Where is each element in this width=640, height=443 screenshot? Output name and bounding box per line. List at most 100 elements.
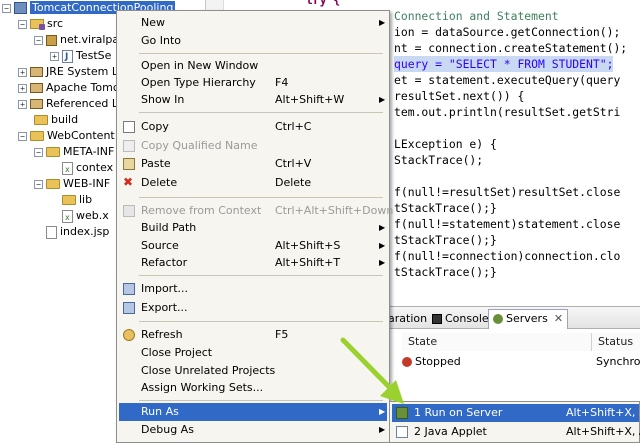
expand-icon[interactable]: + <box>18 83 27 93</box>
server-state-label: Stopped <box>415 355 461 368</box>
collapse-icon[interactable]: − <box>18 131 27 141</box>
menu-item-open-type-hierarchy[interactable]: Open Type Hierarchy F4 <box>119 74 387 92</box>
collapse-icon[interactable]: − <box>2 3 11 13</box>
menu-item-label: Delete <box>141 176 178 189</box>
tree-item-label: lib <box>79 193 93 206</box>
java-file-icon <box>62 49 73 65</box>
expand-icon[interactable]: + <box>50 51 59 61</box>
menu-item-export[interactable]: Export... <box>119 299 387 317</box>
tree-item-lib[interactable]: lib <box>62 192 92 208</box>
refresh-icon <box>123 329 135 341</box>
menu-shortcut: Alt+Shift+W <box>275 93 345 106</box>
tree-item-label: web.x <box>76 209 109 222</box>
menu-item-build-path[interactable]: Build Path ▶ <box>119 219 387 237</box>
tree-item-label: TestSe <box>76 49 112 62</box>
tree-item-referenced-libraries[interactable]: + Referenced Lib <box>18 96 128 112</box>
menu-item-remove-from-context[interactable]: Remove from Context Ctrl+Alt+Shift+Down <box>119 202 393 220</box>
delete-icon: ✖ <box>123 175 134 189</box>
code-line: tem.out.println(resultSet.getStri <box>394 105 621 119</box>
collapse-icon[interactable]: − <box>34 35 43 45</box>
tree-item-package[interactable]: − net.viralpa <box>34 32 119 48</box>
menu-item-go-into[interactable]: Go Into <box>119 32 387 50</box>
code-line: LException e) { <box>394 137 497 151</box>
menu-item-open-in-new-window[interactable]: Open in New Window <box>119 57 387 75</box>
tree-item-label: Apache Tomca <box>46 81 126 94</box>
menu-shortcut: Ctrl+Alt+Shift+Down <box>275 204 394 217</box>
collapse-icon[interactable]: − <box>34 179 43 189</box>
menu-item-java-applet[interactable]: 2 Java Applet Alt+Shift+X, A <box>392 423 640 441</box>
paste-icon <box>123 158 135 170</box>
collapse-icon[interactable]: − <box>18 19 27 29</box>
tab-console[interactable]: Console <box>428 310 493 328</box>
menu-item-label: Open in New Window <box>141 59 259 72</box>
menu-item-copy-qualified-name[interactable]: Copy Qualified Name <box>119 137 387 155</box>
menu-item-show-in[interactable]: Show In Alt+Shift+W ▶ <box>119 91 387 109</box>
menu-item-delete[interactable]: ✖ Delete Delete <box>119 174 387 192</box>
menu-item-label: Remove from Context <box>141 204 262 217</box>
import-icon <box>123 283 135 295</box>
code-line: et = statement.executeQuery(query <box>394 73 621 87</box>
collapse-icon[interactable]: − <box>34 147 43 157</box>
tree-item-label: contex <box>76 161 114 174</box>
menu-item-assign-working-sets[interactable]: Assign Working Sets... <box>119 379 387 397</box>
menu-item-label: Show In <box>141 93 185 106</box>
tree-item-context-xml[interactable]: contex <box>62 160 114 178</box>
tree-item-webcontent[interactable]: − WebContent <box>18 128 115 144</box>
tree-item-build[interactable]: build <box>34 112 78 128</box>
menu-item-new[interactable]: New ▶ <box>119 14 387 32</box>
menu-item-label: Import... <box>141 282 188 295</box>
menu-shortcut: Alt+Shift+S <box>275 239 341 252</box>
tree-item-java-file[interactable]: + TestSe <box>50 48 112 65</box>
menu-item-import[interactable]: Import... <box>119 280 387 298</box>
context-menu: New ▶ Go Into Open in New Window Open Typ… <box>116 10 393 443</box>
server-status: Synchroni <box>596 355 640 368</box>
code-line: resultSet.next()) { <box>394 89 525 103</box>
tab-declaration[interactable]: aration <box>384 310 431 328</box>
expand-icon[interactable]: + <box>18 99 27 109</box>
menu-item-close-unrelated-projects[interactable]: Close Unrelated Projects <box>119 362 387 380</box>
menu-item-label: Paste <box>141 157 171 170</box>
column-header-status[interactable]: Status <box>592 333 640 351</box>
folder-icon <box>34 115 48 125</box>
menu-item-refresh[interactable]: Refresh F5 <box>119 326 387 344</box>
applet-icon <box>396 426 408 438</box>
menu-item-label: Go Into <box>141 34 182 47</box>
tree-item-meta-inf[interactable]: − META-INF <box>34 144 114 160</box>
menu-separator <box>139 112 383 113</box>
tree-item-web-inf[interactable]: − WEB-INF <box>34 176 110 192</box>
view-tab-bar: aration Console Servers ✕ <box>380 307 640 329</box>
column-header-state[interactable]: State <box>402 333 592 351</box>
menu-item-run-as[interactable]: Run As ▶ <box>119 403 387 421</box>
library-icon <box>30 67 43 77</box>
menu-item-source[interactable]: Source Alt+Shift+S ▶ <box>119 237 387 255</box>
menu-item-refactor[interactable]: Refactor Alt+Shift+T ▶ <box>119 254 387 272</box>
menu-item-debug-as[interactable]: Debug As ▶ <box>119 421 387 439</box>
menu-item-run-on-server[interactable]: 1 Run on Server Alt+Shift+X, R <box>392 404 640 422</box>
menu-item-label: 2 Java Applet <box>414 425 487 438</box>
tab-servers[interactable]: Servers ✕ <box>488 309 569 329</box>
menu-item-copy[interactable]: Copy Ctrl+C <box>119 118 387 136</box>
run-as-submenu: 1 Run on Server Alt+Shift+X, R 2 Java App… <box>389 401 640 443</box>
tree-item-label: WebContent <box>47 129 115 142</box>
tab-label: aration <box>388 312 428 325</box>
server-state: Stopped <box>402 353 461 371</box>
menu-shortcut: Alt+Shift+T <box>275 256 341 269</box>
expand-icon[interactable]: + <box>18 67 27 77</box>
code-line: f(null!=connection)connection.clo <box>394 249 621 263</box>
tree-item-tomcat-library[interactable]: + Apache Tomca <box>18 80 126 96</box>
tree-item-index-jsp[interactable]: index.jsp <box>46 224 109 240</box>
menu-item-paste[interactable]: Paste Ctrl+V <box>119 155 387 173</box>
code-line: try { <box>306 0 341 7</box>
close-icon[interactable]: ✕ <box>554 312 563 325</box>
tree-item-jre-library[interactable]: + JRE System Lib <box>18 64 128 80</box>
tree-item-src[interactable]: − src <box>18 16 63 32</box>
menu-shortcut: F4 <box>275 76 289 89</box>
menu-item-close-project[interactable]: Close Project <box>119 344 387 362</box>
menu-item-label: New <box>141 16 165 29</box>
code-line: f(null!=statement)statement.close <box>394 217 621 231</box>
tree-item-label: src <box>47 17 64 30</box>
export-icon <box>123 302 135 314</box>
menu-item-label: Close Project <box>141 346 213 359</box>
source-folder-icon <box>30 19 45 30</box>
tree-item-web-xml[interactable]: web.x <box>62 208 109 226</box>
